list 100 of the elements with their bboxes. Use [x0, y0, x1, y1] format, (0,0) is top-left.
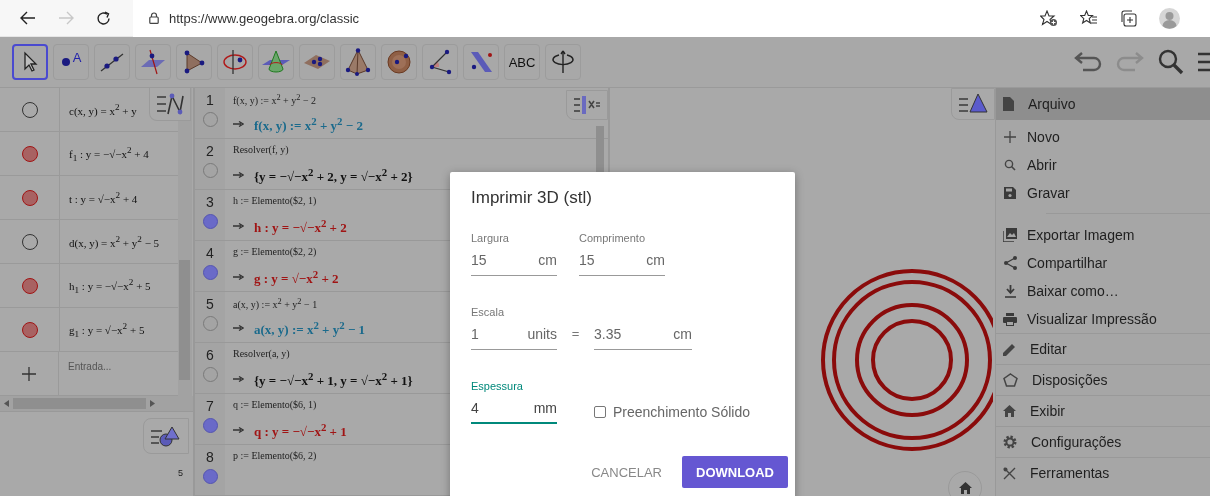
cas-style-icon — [573, 95, 601, 115]
tool-button[interactable]: A — [53, 44, 89, 80]
image-icon — [1003, 228, 1017, 242]
tool-button[interactable] — [12, 44, 48, 80]
download-button[interactable]: DOWNLOAD — [682, 456, 788, 488]
tool-button[interactable] — [381, 44, 417, 80]
line-icon — [99, 51, 125, 73]
favorites-icon[interactable] — [1080, 10, 1098, 26]
plane-line-icon — [139, 49, 167, 75]
cas-input[interactable]: h := Elemento($2, 1) — [233, 195, 347, 206]
cas-output: f(x, y) := x$^{2}$ + y$^{2}$ − 2 — [254, 114, 363, 134]
tool-button[interactable] — [463, 44, 499, 80]
visibility-toggle[interactable] — [21, 277, 38, 294]
algebra-formula[interactable]: h$_{1}$ : y = −√−x$^{2}$ + 5 — [69, 276, 151, 295]
cas-output: {y = −√−x$^{2}$ + 2, y = √−x$^{2}$ + 2} — [254, 165, 413, 185]
style-bar-button[interactable] — [566, 90, 608, 120]
search-icon[interactable] — [1158, 49, 1184, 75]
cancel-button[interactable]: CANCELAR — [585, 463, 668, 481]
pencil-icon — [1003, 342, 1016, 356]
row-number: 7 — [206, 398, 214, 414]
undo-icon[interactable] — [1074, 51, 1102, 73]
visibility-toggle[interactable] — [202, 265, 218, 280]
rotate-view-icon — [550, 49, 576, 75]
menu-item[interactable]: Editar — [996, 333, 1210, 364]
menu-item[interactable]: Arquivo — [996, 88, 1210, 120]
cas-input[interactable]: Resolver(a, y) — [233, 348, 413, 359]
tool-button[interactable] — [135, 44, 171, 80]
menu-item[interactable]: Gravar — [996, 179, 1210, 207]
scrollbar[interactable] — [0, 396, 193, 411]
angle-icon — [427, 49, 453, 75]
circle-axis-icon — [221, 49, 249, 75]
algebra-formula[interactable]: f$_{1}$ : y = −√−x$^{2}$ + 4 — [69, 144, 149, 163]
visibility-toggle[interactable] — [21, 189, 38, 206]
visibility-toggle[interactable] — [21, 321, 38, 338]
number-field[interactable]: 1 units — [471, 326, 557, 350]
visibility-toggle[interactable] — [202, 214, 218, 229]
menu-item[interactable]: Visualizar Impressão — [996, 305, 1210, 333]
row-number: 2 — [206, 143, 214, 159]
algebra-formula[interactable]: d(x, y) = x$^{2}$ + y$^{2}$ − 5 — [69, 234, 160, 249]
tool-button[interactable] — [299, 44, 335, 80]
checkbox[interactable] — [594, 406, 606, 418]
cas-input[interactable]: q := Elemento($6, 1) — [233, 399, 347, 410]
menu-item[interactable]: Disposições — [996, 364, 1210, 395]
scroll-left-icon[interactable] — [4, 400, 9, 407]
star-add-icon[interactable] — [1040, 9, 1058, 27]
visibility-toggle[interactable] — [202, 469, 218, 484]
tool-button[interactable]: ABC — [504, 44, 540, 80]
menu-item[interactable]: Novo — [996, 123, 1210, 151]
menu-item[interactable]: Compartilhar — [996, 249, 1210, 277]
tool-button[interactable] — [94, 44, 130, 80]
style-bar-button[interactable] — [951, 88, 995, 120]
menu-item[interactable]: Baixar como… — [996, 277, 1210, 305]
url-text[interactable]: https://www.geogebra.org/classic — [169, 10, 360, 26]
number-field[interactable]: 15 cm — [471, 252, 557, 276]
number-field[interactable]: 15 cm — [579, 252, 665, 276]
tool-button[interactable] — [176, 44, 212, 80]
tool-button[interactable] — [422, 44, 458, 80]
style-bar-button[interactable] — [143, 418, 189, 454]
arrow-icon — [233, 274, 244, 281]
menu-item[interactable]: Exportar Imagem — [996, 221, 1210, 249]
menu-item[interactable]: Abrir — [996, 151, 1210, 179]
cas-output: g : y = √−x$^{2}$ + 2 — [254, 267, 339, 287]
reload-icon[interactable] — [96, 10, 111, 26]
tool-button[interactable] — [545, 44, 581, 80]
cas-input[interactable]: a(x, y) := x$^{2}$ + y$^{2}$ − 1 — [233, 297, 366, 311]
row-number: 6 — [206, 347, 214, 363]
menu-icon[interactable] — [1198, 51, 1210, 73]
input-field[interactable]: Entrada... — [59, 352, 178, 395]
cas-input[interactable]: g := Elemento($2, 2) — [233, 246, 339, 257]
menu-item[interactable]: Ferramentas — [996, 457, 1210, 488]
number-field[interactable]: 4 mm — [471, 400, 557, 424]
cas-input[interactable]: p := Elemento($6, 2) — [233, 450, 317, 461]
search-icon — [1004, 159, 1016, 171]
cas-input[interactable]: Resolver(f, y) — [233, 144, 413, 155]
algebra-formula[interactable]: c(x, y) = x$^{2}$ + y — [69, 102, 137, 117]
visibility-toggle[interactable] — [21, 145, 38, 162]
number-field[interactable]: 3.35 cm — [594, 326, 692, 350]
visibility-toggle[interactable] — [202, 418, 218, 433]
lock-icon — [149, 12, 159, 24]
download-icon — [1004, 284, 1016, 298]
avatar-icon[interactable] — [1159, 7, 1180, 29]
home-button[interactable] — [948, 471, 982, 496]
tool-button[interactable] — [340, 44, 376, 80]
save-icon — [1004, 187, 1016, 199]
cas-output: q : y = −√−x$^{2}$ + 1 — [254, 420, 347, 440]
algebra-formula[interactable]: t : y = √−x$^{2}$ + 4 — [69, 190, 138, 205]
sphere-icon — [386, 49, 412, 75]
pyramid-icon — [345, 48, 371, 76]
plus-icon[interactable] — [22, 366, 36, 381]
collections-icon[interactable] — [1120, 9, 1137, 27]
back-icon[interactable] — [20, 11, 36, 25]
menu-item[interactable]: Exibir — [996, 395, 1210, 426]
tools-icon — [1003, 466, 1016, 480]
algebra-formula[interactable]: g$_{1}$ : y = √−x$^{2}$ + 5 — [69, 320, 145, 339]
file-icon — [1003, 97, 1014, 111]
cas-input[interactable]: f(x, y) := x$^{2}$ + y$^{2}$ − 2 — [233, 93, 363, 107]
style-bar-button[interactable] — [149, 88, 191, 121]
menu-item[interactable]: Configurações — [996, 426, 1210, 457]
pentagon-icon — [1003, 373, 1018, 387]
scroll-right-icon[interactable] — [150, 400, 155, 407]
